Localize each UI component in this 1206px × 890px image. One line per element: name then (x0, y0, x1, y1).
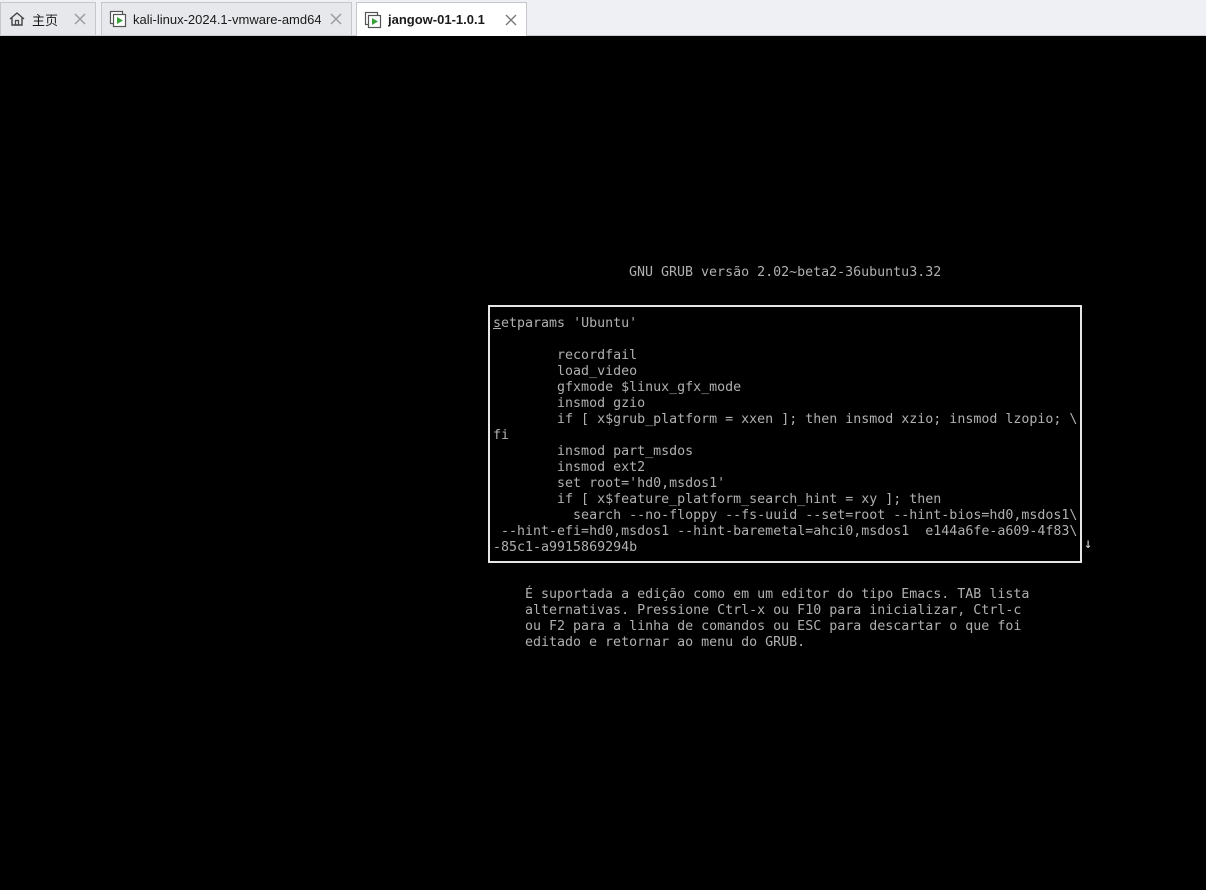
home-icon (8, 10, 26, 28)
tab-label: jangow-01-1.0.1 (388, 12, 485, 27)
editor-line[interactable]: setparams 'Ubuntu' (493, 316, 1077, 332)
help-line: É suportada a edição como em um editor d… (525, 587, 1030, 602)
help-line: editado e retornar ao menu do GRUB. (525, 635, 806, 650)
grub-entry-editor[interactable]: setparams 'Ubuntu' recordfail load_video… (488, 305, 1082, 563)
editor-line-text: etparams 'Ubuntu' (501, 316, 638, 331)
editor-lines: setparams 'Ubuntu' recordfail load_video… (493, 316, 1077, 556)
tab-label: kali-linux-2024.1-vmware-amd64 (133, 11, 321, 27)
scroll-down-arrow-icon: ↓ (1084, 536, 1093, 552)
grub-help-text: É suportada a edição como em um editor d… (525, 587, 1029, 651)
tab-bar: 主页 kali-linux-2024.1-vmware-amd64 jangow… (0, 0, 1206, 36)
grub-version-header: GNU GRUB versão 2.02~beta2-36ubuntu3.32 (629, 265, 942, 280)
vm-console-screen[interactable]: GNU GRUB versão 2.02~beta2-36ubuntu3.32 … (0, 36, 1206, 890)
vm-play-icon (109, 10, 127, 28)
editor-line[interactable]: fi (493, 428, 1077, 444)
editor-line[interactable]: gfxmode $linux_gfx_mode (493, 380, 1077, 396)
editor-line[interactable]: insmod part_msdos (493, 444, 1077, 460)
close-icon[interactable] (73, 12, 87, 26)
tab-label: 主页 (32, 12, 59, 28)
editor-line[interactable]: insmod gzio (493, 396, 1077, 412)
editor-line[interactable] (493, 332, 1077, 348)
editor-line[interactable]: set root='hd0,msdos1' (493, 476, 1077, 492)
tab-kali-linux[interactable]: kali-linux-2024.1-vmware-amd64 (101, 2, 352, 35)
editor-line[interactable]: load_video (493, 364, 1077, 380)
editor-line[interactable]: if [ x$grub_platform = xxen ]; then insm… (493, 412, 1077, 428)
editor-line[interactable]: -85c1-a9915869294b (493, 540, 1077, 556)
tab-jangow[interactable]: jangow-01-1.0.1 (356, 2, 527, 36)
editor-line[interactable]: --hint-efi=hd0,msdos1 --hint-baremetal=a… (493, 524, 1077, 540)
text-cursor: s (493, 316, 502, 331)
help-line: ou F2 para a linha de comandos ou ESC pa… (525, 619, 1022, 634)
editor-line[interactable]: search --no-floppy --fs-uuid --set=root … (493, 508, 1077, 524)
tab-home[interactable]: 主页 (0, 2, 96, 35)
editor-line[interactable]: recordfail (493, 348, 1077, 364)
close-icon[interactable] (329, 12, 343, 26)
editor-line[interactable]: if [ x$feature_platform_search_hint = xy… (493, 492, 1077, 508)
help-line: alternativas. Pressione Ctrl-x ou F10 pa… (525, 603, 1022, 618)
close-icon[interactable] (504, 13, 518, 27)
editor-line[interactable]: insmod ext2 (493, 460, 1077, 476)
vm-play-icon (364, 11, 382, 29)
